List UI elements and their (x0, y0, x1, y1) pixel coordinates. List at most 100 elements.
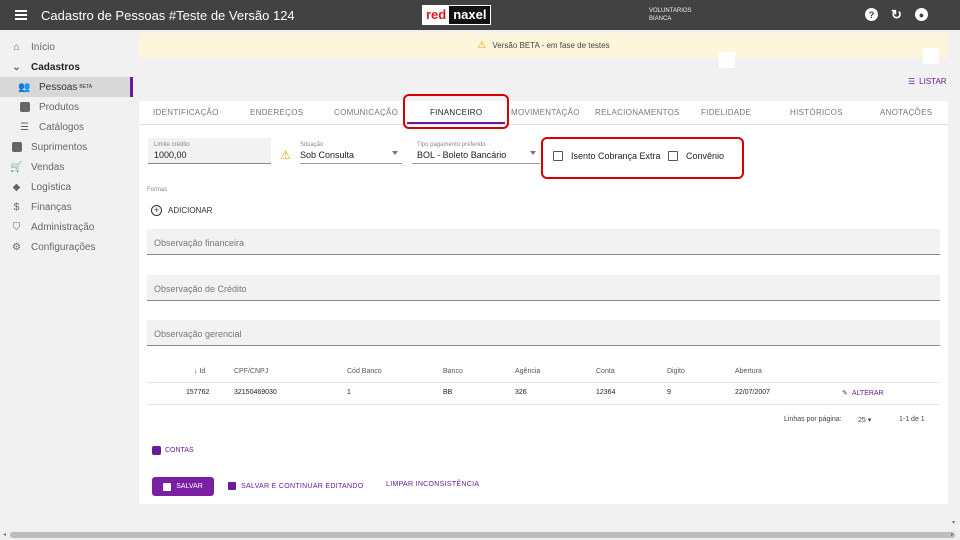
pencil-icon: ✎ (842, 390, 848, 397)
situacao-select[interactable]: Situação Sob Consulta (300, 138, 402, 164)
brand-logo: red naxel (422, 5, 492, 25)
route-icon: ◆ (12, 181, 21, 193)
rows-per-page-label: Linhas por página: (784, 416, 842, 423)
app-bar: Cadastro de Pessoas #Teste de Versão 124… (0, 0, 960, 30)
scroll-right-icon[interactable]: ▸ (951, 531, 954, 538)
tab-historicos[interactable]: HISTÓRICOS (790, 108, 843, 117)
th-cod-banco[interactable]: Cód Banco (347, 368, 382, 375)
beta-badge: BETA (79, 84, 93, 90)
help-icon[interactable]: ? (865, 8, 878, 21)
beta-banner: ⚠ Versão BETA - em fase de testes (139, 33, 948, 58)
checkbox-icon (553, 151, 563, 161)
alterar-button[interactable]: ✎ ALTERAR (842, 389, 884, 398)
sidebar-item-vendas[interactable]: 🛒 Vendas (0, 157, 133, 177)
chevron-down-icon: ▾ (867, 417, 872, 424)
tipo-pagamento-select[interactable]: Tipo pagamento preferido BOL - Boleto Ba… (412, 138, 540, 164)
add-circle-icon: + (151, 205, 162, 216)
tab-anotacoes[interactable]: ANOTAÇÕES (880, 108, 932, 117)
sidebar-item-financas[interactable]: $ Finanças (0, 197, 133, 217)
cell-id: 157762 (186, 389, 210, 396)
gear-icon: ⚙ (12, 241, 21, 253)
horizontal-scrollbar[interactable] (0, 530, 960, 540)
user-info: VOLUNTARIOS BIANCA (649, 7, 692, 23)
scrollbar-thumb[interactable] (10, 532, 955, 538)
sidebar-item-configuracoes[interactable]: ⚙ Configurações (0, 237, 133, 257)
save-icon (228, 482, 236, 490)
th-cpf[interactable]: CPF/CNPJ (234, 368, 268, 375)
tab-movimentacao[interactable]: MOVIMENTAÇÃO (511, 108, 580, 117)
obs-financeira-field[interactable]: Observação financeira (147, 229, 940, 255)
contas-button[interactable]: CONTAS (152, 446, 194, 455)
cell-conta: 12364 (596, 389, 616, 396)
warning-icon: ⚠ (280, 148, 291, 162)
tab-identificacao[interactable]: IDENTIFICAÇÃO (153, 108, 219, 117)
people-icon: 👥 (18, 81, 31, 93)
save-button[interactable]: SALVAR (152, 477, 214, 496)
th-digito[interactable]: Digito (667, 368, 685, 375)
isento-cobranca-checkbox[interactable]: Isento Cobrança Extra (553, 151, 661, 161)
sidebar-item-cadastros[interactable]: ⌄ Cadastros (0, 57, 133, 77)
user-name: BIANCA (649, 16, 672, 22)
app-title: Cadastro de Pessoas #Teste de Versão 124 (41, 7, 295, 23)
th-agencia[interactable]: Agência (515, 368, 540, 375)
th-banco[interactable]: Banco (443, 368, 463, 375)
chevron-down-icon: ⌄ (12, 61, 21, 73)
sidebar-item-catalogos[interactable]: ☰ Catálogos (0, 117, 133, 137)
save-icon (163, 482, 172, 491)
menu-icon[interactable] (15, 10, 27, 20)
scroll-left-icon[interactable]: ◂ (3, 531, 6, 538)
save-continue-button[interactable]: SALVAR E CONTINUAR EDITANDO (228, 482, 363, 490)
bank-icon (152, 446, 161, 455)
formas-label: Formas (147, 187, 168, 193)
adicionar-button[interactable]: + ADICIONAR (151, 205, 212, 216)
sidebar-item-inicio[interactable]: ⌂ Início (0, 37, 133, 57)
clear-inconsistency-button[interactable]: LIMPAR INCONSISTÊNCIA (386, 481, 479, 488)
money-icon: $ (13, 201, 20, 213)
scroll-down-icon[interactable]: ▾ (952, 519, 955, 526)
banner-text: Versão BETA - em fase de testes (492, 41, 610, 50)
sidebar-item-produtos[interactable]: Produtos (0, 97, 133, 117)
cell-banco: BB (443, 389, 453, 396)
cell-abertura: 22/07/2007 (735, 389, 771, 396)
sidebar-item-administracao[interactable]: ⛉ Administração (0, 217, 133, 237)
tab-enderecos[interactable]: ENDEREÇOS (250, 108, 303, 117)
home-icon: ⌂ (13, 41, 20, 53)
sidebar-item-logistica[interactable]: ◆ Logística (0, 177, 133, 197)
highlight-financeiro-tab (403, 94, 509, 129)
chevron-down-icon (392, 151, 398, 155)
box-icon (11, 142, 22, 153)
list-icon: ☰ (20, 121, 29, 133)
tab-relacionamentos[interactable]: RELACIONAMENTOS (595, 108, 680, 117)
placeholder-square (719, 52, 735, 68)
tab-comunicacao[interactable]: COMUNICAÇÃO (334, 108, 398, 117)
placeholder-square (923, 48, 939, 64)
user-org: VOLUNTARIOS (649, 8, 692, 14)
th-conta[interactable]: Conta (596, 368, 615, 375)
pagination-range: 1-1 de 1 (899, 416, 925, 423)
checkbox-icon (668, 151, 678, 161)
sidebar-item-pessoas[interactable]: 👥 Pessoas BETA (0, 77, 133, 97)
chevron-down-icon (530, 151, 536, 155)
cell-digito: 9 (667, 389, 671, 396)
sidebar-item-suprimentos[interactable]: Suprimentos (0, 137, 133, 157)
cell-cod-banco: 1 (347, 389, 351, 396)
sidebar: ⌂ Início ⌄ Cadastros 👥 Pessoas BETA Produ… (0, 30, 133, 530)
refresh-icon[interactable]: ↻ (890, 7, 903, 22)
obs-credito-field[interactable]: Observação de Crédito (147, 275, 940, 301)
cell-agencia: 326 (515, 389, 527, 396)
table-row-divider (147, 404, 940, 405)
convenio-checkbox[interactable]: Convênio (668, 151, 724, 161)
th-abertura[interactable]: Abertura (735, 368, 762, 375)
rows-per-page-select[interactable]: 25 ▾ (858, 416, 871, 424)
tab-fidelidade[interactable]: FIDELIDADE (701, 108, 751, 117)
account-icon[interactable]: ● (915, 8, 928, 21)
listar-button[interactable]: ☰ LISTAR (908, 77, 947, 86)
table-header-divider (147, 382, 940, 383)
book-icon (19, 102, 30, 113)
obs-gerencial-field[interactable]: Observação gerencial (147, 320, 940, 346)
list-icon: ☰ (908, 77, 916, 86)
limite-credito-field[interactable]: Limite crédito 1000,00 (148, 138, 271, 164)
tab-divider (139, 124, 948, 125)
th-id[interactable]: ↓ Id (194, 368, 205, 375)
cell-cpf: 32150469030 (234, 389, 277, 396)
